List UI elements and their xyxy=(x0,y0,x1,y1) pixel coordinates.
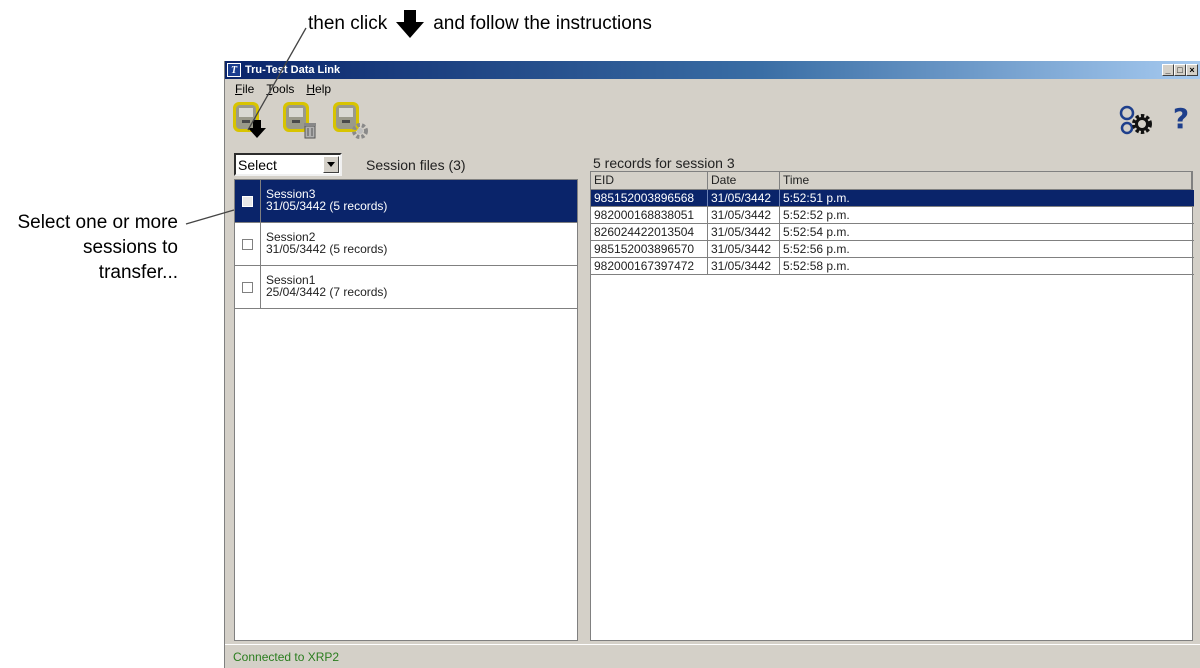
window-title: Tru-Test Data Link xyxy=(245,64,341,76)
session-detail: 31/05/3442 (5 records) xyxy=(266,242,388,256)
cell-time: 5:52:52 p.m. xyxy=(783,208,850,222)
session-item-1[interactable]: Session1 25/04/3442 (7 records) xyxy=(235,266,577,309)
table-row[interactable]: 982000167397472 31/05/3442 5:52:58 p.m. xyxy=(591,258,1194,275)
instruction-top: then click and follow the instructions xyxy=(308,10,652,38)
title-bar[interactable]: T Tru-Test Data Link _ □ × xyxy=(225,61,1200,79)
transfer-to-pc-button[interactable] xyxy=(231,100,269,140)
select-dropdown[interactable]: Select xyxy=(234,153,342,176)
session-detail: 31/05/3442 (5 records) xyxy=(266,199,388,213)
maximize-button[interactable]: □ xyxy=(1174,64,1186,76)
menu-bar: File Tools Help xyxy=(225,79,1200,98)
connection-status: Connected to XRP2 xyxy=(233,649,340,664)
column-header-date[interactable]: Date xyxy=(708,172,780,189)
transfer-to-pc-icon xyxy=(233,102,266,138)
device-settings-button[interactable] xyxy=(331,100,369,140)
cell-date: 31/05/3442 xyxy=(708,241,780,257)
session-list: Session3 31/05/3442 (5 records) Session2… xyxy=(234,179,578,641)
table-row[interactable]: 985152003896570 31/05/3442 5:52:56 p.m. xyxy=(591,241,1194,258)
cell-time: 5:52:54 p.m. xyxy=(783,225,850,239)
cell-eid: 982000168838051 xyxy=(591,207,708,223)
app-logo-icon: T xyxy=(227,63,241,77)
instruction-left-line2: sessions to xyxy=(82,237,178,258)
cell-time: 5:52:56 p.m. xyxy=(783,242,850,256)
toolbar: ? xyxy=(225,98,1200,142)
session-text: Session3 31/05/3442 (5 records) xyxy=(261,180,387,222)
instruction-top-suffix: and follow the instructions xyxy=(433,13,652,34)
table-row[interactable]: 985152003896568 31/05/3442 5:52:51 p.m. xyxy=(591,190,1194,207)
session-checkbox-cell xyxy=(235,266,261,308)
down-arrow-icon xyxy=(395,10,425,38)
table-row[interactable]: 826024422013504 31/05/3442 5:52:54 p.m. xyxy=(591,224,1194,241)
close-button[interactable]: × xyxy=(1186,64,1198,76)
session-checkbox[interactable] xyxy=(242,238,253,250)
menu-file[interactable]: File xyxy=(229,82,260,96)
cell-eid: 982000167397472 xyxy=(591,258,708,274)
gear-icon[interactable] xyxy=(1118,104,1154,138)
cell-eid: 826024422013504 xyxy=(591,224,708,240)
column-header-eid[interactable]: EID xyxy=(591,172,708,189)
cell-eid: 985152003896568 xyxy=(591,190,708,206)
session-item-3[interactable]: Session3 31/05/3442 (5 records) xyxy=(235,180,577,223)
table-header: EID Date Time xyxy=(591,172,1192,190)
select-value: Select xyxy=(238,156,277,173)
column-header-time[interactable]: Time xyxy=(780,172,1192,189)
cell-time: 5:52:58 p.m. xyxy=(783,259,850,273)
help-icon[interactable]: ? xyxy=(1168,102,1194,136)
instruction-left: Select one or more sessions to transfer.… xyxy=(0,210,178,285)
session-header: Select Session files (3) xyxy=(234,152,579,177)
cell-date: 31/05/3442 xyxy=(708,190,780,206)
instruction-left-line3: transfer... xyxy=(98,262,178,283)
session-files-label: Session files (3) xyxy=(366,156,466,173)
menu-help[interactable]: Help xyxy=(300,82,337,96)
records-table: EID Date Time 985152003896568 31/05/3442… xyxy=(590,171,1194,641)
session-text: Session2 31/05/3442 (5 records) xyxy=(261,223,387,265)
delete-session-icon xyxy=(283,102,316,139)
session-item-2[interactable]: Session2 31/05/3442 (5 records) xyxy=(235,223,577,266)
session-checkbox-cell xyxy=(235,180,261,222)
cell-date: 31/05/3442 xyxy=(708,258,780,274)
status-bar: Connected to XRP2 xyxy=(225,644,1200,668)
instruction-left-line1: Select one or more xyxy=(17,212,178,233)
chevron-down-icon[interactable] xyxy=(323,156,339,173)
cell-time: 5:52:51 p.m. xyxy=(783,191,850,205)
session-checkbox-cell xyxy=(235,223,261,265)
app-window: T Tru-Test Data Link _ □ × File Tools He… xyxy=(224,61,1200,668)
minimize-button[interactable]: _ xyxy=(1162,64,1174,76)
instruction-top-prefix: then click xyxy=(308,13,388,34)
menu-tools[interactable]: Tools xyxy=(260,82,300,96)
window-controls: _ □ × xyxy=(1162,64,1198,76)
cell-date: 31/05/3442 xyxy=(708,224,780,240)
records-count-label: 5 records for session 3 xyxy=(593,155,735,171)
session-checkbox[interactable] xyxy=(242,281,253,293)
cell-eid: 985152003896570 xyxy=(591,241,708,257)
cell-date: 31/05/3442 xyxy=(708,207,780,223)
session-text: Session1 25/04/3442 (7 records) xyxy=(261,266,387,308)
device-settings-icon xyxy=(333,102,368,139)
table-row[interactable]: 982000168838051 31/05/3442 5:52:52 p.m. xyxy=(591,207,1194,224)
session-detail: 25/04/3442 (7 records) xyxy=(266,285,388,299)
session-checkbox[interactable] xyxy=(242,195,253,207)
delete-session-button[interactable] xyxy=(281,100,319,140)
